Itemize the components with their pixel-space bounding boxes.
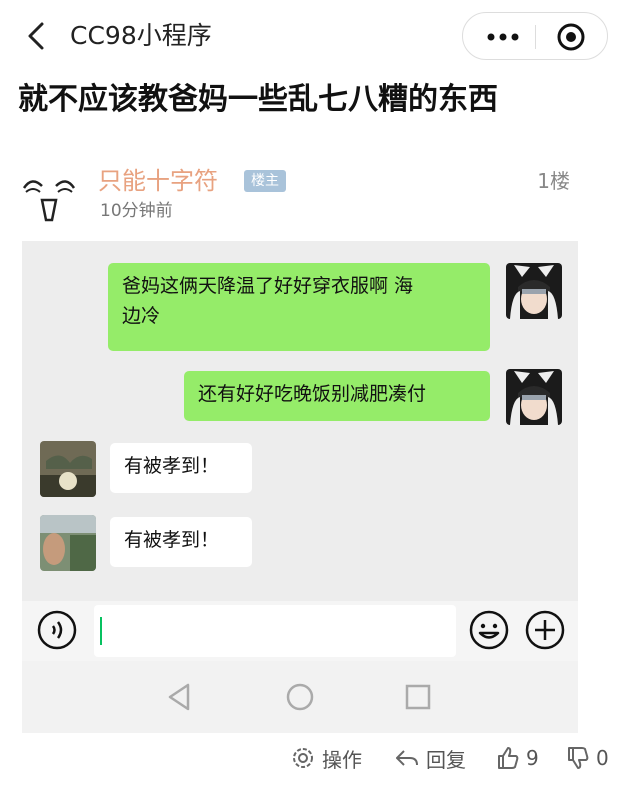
chat-bubble-text: 还有好好吃晚饭别减肥凑付 — [198, 383, 427, 405]
chat-bubble-text: 边冷 — [122, 305, 161, 327]
floor-number: 1楼 — [537, 169, 570, 193]
post-time: 10分钟前 — [100, 201, 173, 221]
post-actions: 操作 回复 9 0 — [0, 735, 628, 781]
sender-avatar — [506, 263, 562, 319]
author-avatar[interactable] — [18, 164, 80, 226]
receiver-avatar — [40, 441, 96, 497]
voice-icon[interactable] — [36, 609, 78, 651]
system-nav-bar — [22, 661, 578, 733]
top-bar: CC98小程序 — [0, 0, 628, 72]
receiver-avatar — [40, 515, 96, 571]
capsule-divider — [535, 25, 536, 49]
post-title: 就不应该教爸妈一些乱七八糟的东西 — [18, 82, 498, 117]
nav-title: CC98小程序 — [70, 21, 212, 50]
chat-bubble-received: 有被孝到！ — [110, 443, 252, 493]
thumbs-up-icon — [498, 747, 519, 769]
nav-home-icon[interactable] — [282, 679, 318, 715]
like-count: 9 — [526, 746, 539, 770]
reply-icon — [396, 750, 418, 766]
reply-button[interactable]: 回复 — [394, 741, 466, 775]
chat-bubble-text: 有被孝到！ — [124, 529, 220, 551]
author-name[interactable]: 只能十字符 — [98, 166, 218, 196]
operate-button[interactable]: 操作 — [290, 741, 362, 775]
gear-icon — [293, 748, 313, 768]
add-icon[interactable] — [524, 609, 566, 651]
like-button[interactable]: 9 — [496, 741, 539, 775]
back-arrow-icon[interactable] — [20, 18, 56, 54]
chat-bubble-sent: 爸妈这俩天降温了好好穿衣服啊 海 边冷 — [108, 263, 490, 351]
operate-label: 操作 — [322, 747, 362, 772]
dislike-button[interactable]: 0 — [566, 741, 609, 775]
thumbs-down-icon — [568, 747, 589, 769]
chat-screenshot: 爸妈这俩天降温了好好穿衣服啊 海 边冷 还有好好吃晚饭别减肥凑付 有被孝到！ 有… — [22, 241, 578, 601]
mini-program-capsule — [462, 12, 608, 60]
host-badge: 楼主 — [244, 170, 286, 192]
chat-bubble-received: 有被孝到！ — [110, 517, 252, 567]
nav-recents-icon[interactable] — [400, 679, 436, 715]
dislike-count: 0 — [596, 746, 609, 770]
chat-input-bar — [22, 601, 578, 661]
chat-bubble-text: 有被孝到！ — [124, 455, 220, 477]
nav-back-icon[interactable] — [162, 679, 198, 715]
chat-bubble-sent: 还有好好吃晚饭别减肥凑付 — [184, 371, 490, 421]
close-mini-program-icon[interactable] — [555, 21, 587, 53]
text-caret — [100, 617, 102, 645]
reply-label: 回复 — [426, 747, 466, 772]
emoji-icon[interactable] — [468, 609, 510, 651]
chat-bubble-text: 爸妈这俩天降温了好好穿衣服啊 海 — [122, 275, 414, 297]
sender-avatar — [506, 369, 562, 425]
chat-message-input[interactable] — [94, 605, 456, 657]
more-icon[interactable] — [481, 23, 525, 51]
